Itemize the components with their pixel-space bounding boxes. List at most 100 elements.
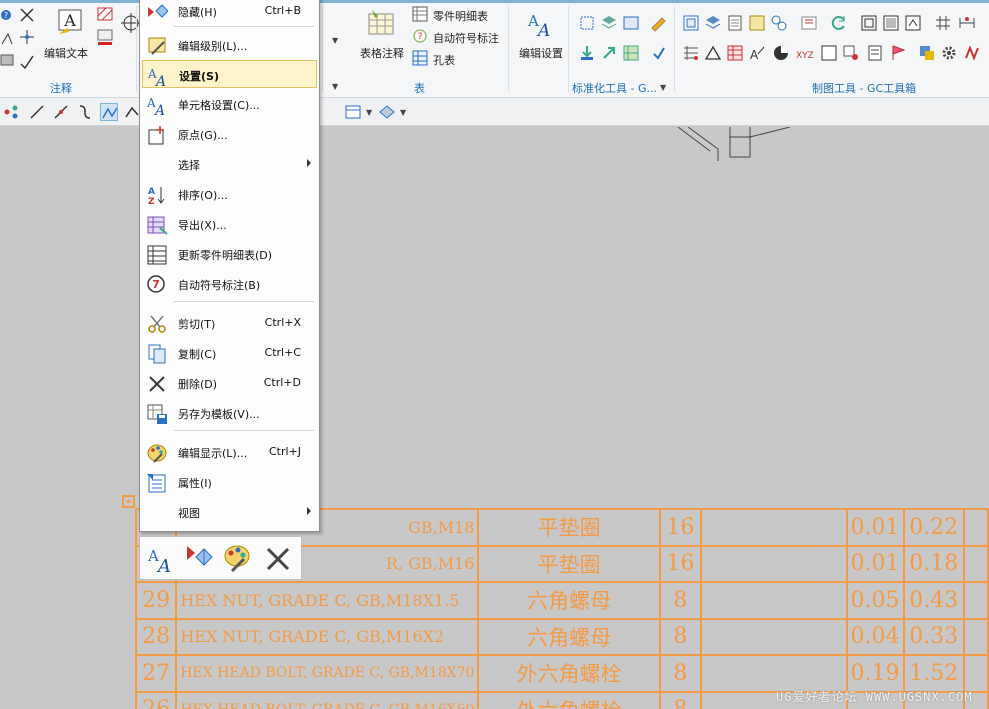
curve-icon[interactable]	[76, 103, 94, 121]
sheet-icon[interactable]	[726, 14, 744, 32]
weld-symbol-icon[interactable]	[18, 52, 36, 70]
triangle-icon[interactable]	[704, 44, 722, 62]
table-grid-icon[interactable]	[682, 44, 700, 62]
filter-table-icon[interactable]	[344, 103, 362, 121]
bom-icon[interactable]	[622, 44, 640, 62]
table-row[interactable]: 28 HEX NUT, GRADE C, GB,M16X2 六角螺母 8 0.0…	[134, 617, 989, 656]
delete-icon[interactable]	[262, 543, 294, 575]
menu-item-select[interactable]: 选择	[142, 150, 317, 178]
edit-settings-icon[interactable]: AA	[526, 8, 556, 38]
surface-finish-icon[interactable]	[0, 52, 18, 70]
menu-item-view[interactable]: 视图	[142, 498, 317, 526]
table-note-label[interactable]: 表格注释	[360, 45, 404, 61]
hatch-icon[interactable]	[96, 6, 114, 24]
flag-icon[interactable]	[890, 44, 908, 62]
menu-item-sort[interactable]: AZ 排序(O)...	[142, 180, 317, 208]
export-icon[interactable]	[600, 44, 618, 62]
menu-item-edit-display[interactable]: 编辑显示(L)... Ctrl+J	[142, 438, 317, 466]
snap-points-icon[interactable]	[2, 103, 20, 121]
note-icon[interactable]	[866, 44, 884, 62]
menu-item-properties[interactable]: 属性(I)	[142, 468, 317, 496]
menu-item-shortcut: Ctrl+B	[264, 4, 301, 17]
edit-text-icon[interactable]: A	[55, 8, 85, 38]
dimension-icon[interactable]	[958, 14, 976, 32]
import-icon[interactable]	[578, 44, 596, 62]
target-point-icon[interactable]	[18, 28, 36, 46]
table-origin-handle[interactable]	[122, 495, 135, 508]
sheet-template-icon[interactable]	[622, 14, 640, 32]
settings-text-icon[interactable]: AA	[146, 543, 178, 575]
empty-box-icon[interactable]	[820, 44, 838, 62]
chevron-down-icon[interactable]: ▼	[332, 82, 338, 91]
total-weight: 0.18	[902, 544, 966, 583]
menu-item-origin[interactable]: 原点(G)...	[142, 120, 317, 148]
hole-table-label[interactable]: 孔表	[433, 52, 455, 68]
row-number: 28	[134, 617, 178, 656]
table-row[interactable]: 29 HEX NUT, GRADE C, GB,M18X1.5 六角螺母 8 0…	[134, 581, 989, 620]
menu-item-auto-balloon[interactable]: 7 自动符号标注(B)	[142, 270, 317, 298]
menu-item-copy[interactable]: 复制(C) Ctrl+C	[142, 339, 317, 367]
auto-balloon-icon: 7	[147, 275, 165, 293]
total-weight: 0.22	[902, 508, 966, 547]
gear-icon[interactable]	[940, 44, 958, 62]
line-segment-icon[interactable]	[52, 103, 70, 121]
balloon-number-icon[interactable]	[770, 14, 788, 32]
line-icon[interactable]	[28, 103, 46, 121]
part-name: HEX NUT, GRADE C, GB,M16X2	[175, 617, 480, 656]
edit-settings-label[interactable]: 编辑设置	[519, 45, 563, 61]
table-row[interactable]: 27 HEX HEAD BOLT, GRADE C, GB,M18X70 外六角…	[134, 654, 989, 693]
refresh-icon[interactable]	[830, 14, 848, 32]
polyline-icon[interactable]	[100, 103, 118, 121]
auto-balloon-icon[interactable]: ?	[412, 28, 428, 44]
view-frame-icon[interactable]	[860, 14, 878, 32]
sort-icon[interactable]	[800, 14, 818, 32]
grid-icon[interactable]	[934, 14, 952, 32]
svg-text:?: ?	[418, 32, 423, 42]
fill-area-icon[interactable]	[96, 28, 114, 46]
pencil-icon[interactable]	[650, 14, 668, 32]
xyz-coordinate-icon[interactable]: XYZ	[794, 44, 818, 62]
menu-item-cut[interactable]: 剪切(T) Ctrl+X	[142, 309, 317, 337]
menu-item-update-parts-list[interactable]: 更新零件明细表(D)	[142, 240, 317, 268]
menu-item-label: 导出(X)...	[178, 219, 227, 232]
group-separator	[568, 6, 569, 92]
weld-line-icon[interactable]	[964, 44, 982, 62]
chevron-down-icon[interactable]: ▼	[332, 36, 338, 45]
menu-item-cell-settings[interactable]: AA 单元格设置(C)...	[142, 90, 317, 118]
help-icon[interactable]: ?	[0, 8, 12, 22]
layer-stack-icon[interactable]	[600, 14, 618, 32]
standard-check-icon[interactable]	[650, 44, 668, 62]
view-break-icon[interactable]	[904, 14, 922, 32]
circle-fill-icon[interactable]	[772, 44, 790, 62]
parts-list-icon[interactable]	[412, 6, 428, 22]
table-note-icon[interactable]	[366, 8, 396, 38]
standard-tool-icon[interactable]	[578, 14, 596, 32]
view-border-icon[interactable]	[882, 14, 900, 32]
edit-text-label[interactable]: 编辑文本	[44, 45, 88, 61]
cross-mark-icon[interactable]	[18, 6, 36, 24]
datum-icon[interactable]	[0, 30, 18, 48]
menu-item-edit-level[interactable]: 编辑级别(L)...	[142, 31, 317, 59]
menu-item-save-as-template[interactable]: 另存为模板(V)...	[142, 399, 317, 427]
unit-weight: 0.04	[845, 617, 905, 656]
chevron-down-icon[interactable]: ▼	[660, 83, 666, 92]
chevron-down-icon[interactable]: ▼	[366, 108, 372, 117]
menu-item-settings[interactable]: AA 设置(S)	[142, 60, 317, 88]
hide-icon[interactable]	[184, 543, 216, 575]
palette-icon[interactable]	[222, 543, 254, 575]
title-block-icon[interactable]	[748, 14, 766, 32]
menu-item-hide[interactable]: 隐藏(H) Ctrl+B	[142, 0, 317, 25]
auto-balloon-label[interactable]: 自动符号标注	[433, 30, 499, 46]
chevron-down-icon[interactable]: ▼	[400, 108, 406, 117]
parts-list-label[interactable]: 零件明细表	[433, 8, 488, 24]
spreadsheet-icon[interactable]	[726, 44, 744, 62]
layers-icon[interactable]	[704, 14, 722, 32]
menu-item-delete[interactable]: 删除(D) Ctrl+D	[142, 369, 317, 397]
hole-table-icon[interactable]	[412, 50, 428, 66]
settings-block-icon[interactable]	[918, 44, 936, 62]
display-mode-icon[interactable]	[378, 103, 396, 121]
frame-icon[interactable]	[682, 14, 700, 32]
arrow-annotation-icon[interactable]: A	[748, 44, 766, 62]
menu-item-export[interactable]: 导出(X)...	[142, 210, 317, 238]
chart-mark-icon[interactable]	[842, 44, 860, 62]
